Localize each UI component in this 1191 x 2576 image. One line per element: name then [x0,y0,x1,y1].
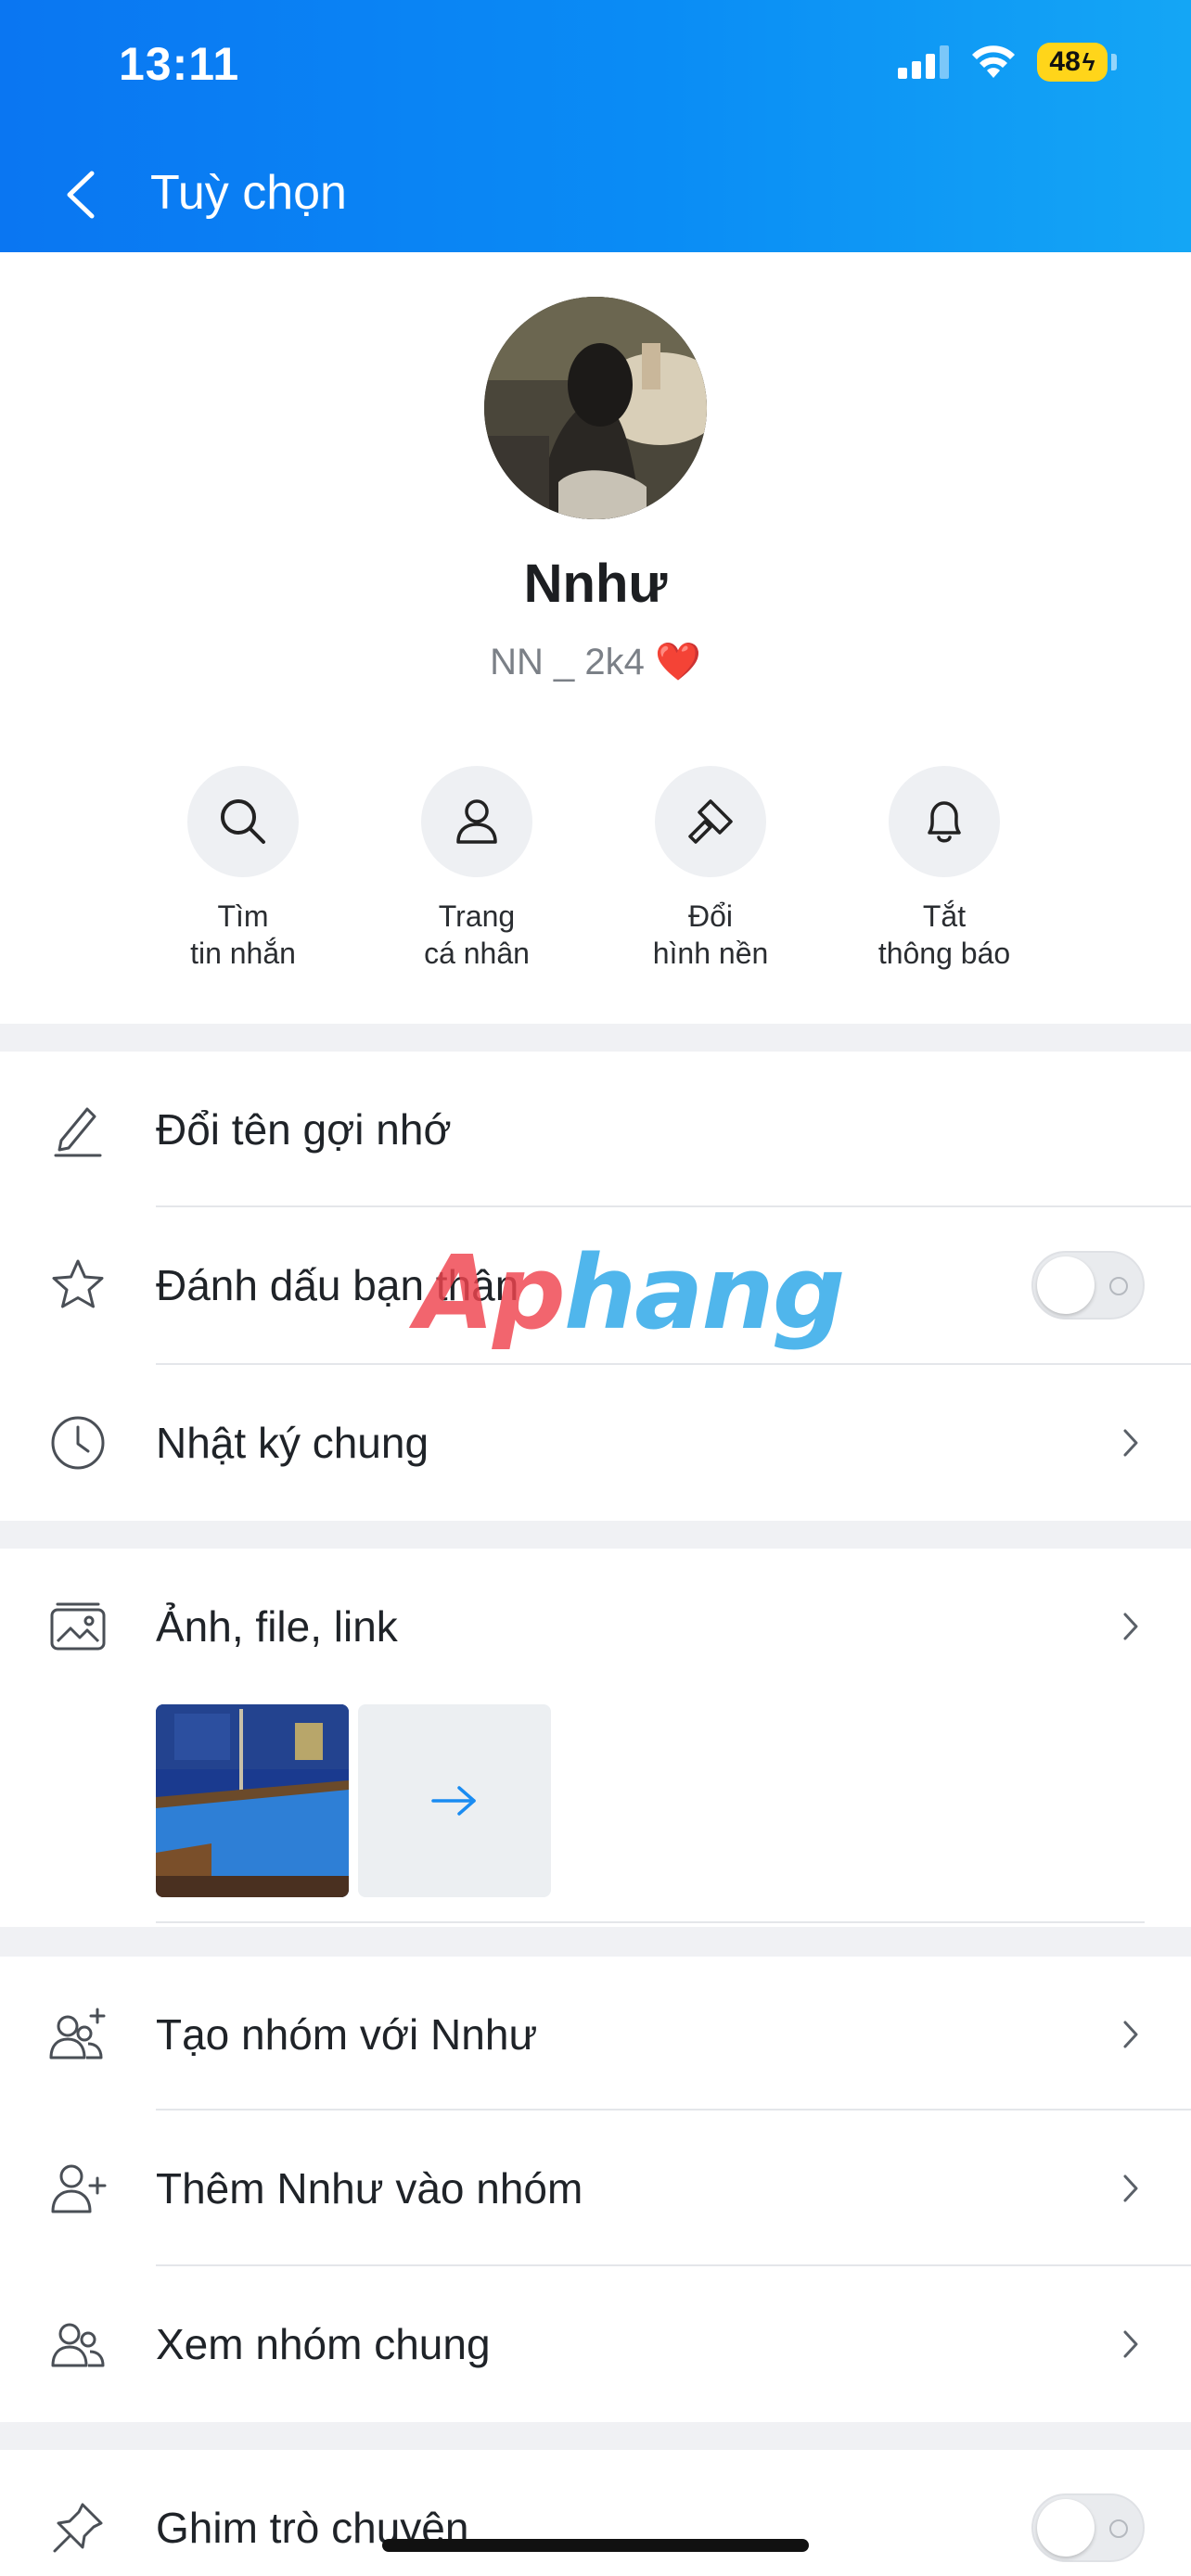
qa-label-line2: hình nền [652,937,769,970]
add-to-group-row[interactable]: Thêm Nnhư vào nhóm [0,2111,1191,2266]
battery-indicator: 48 ϟ [1037,43,1108,82]
toggle-knob [1037,2499,1095,2557]
chevron-right-icon [1117,1608,1145,1645]
options-screen: 13:11 48 ϟ Tuỳ chọn Nnhư NN _ 2k4 ❤️ Tìm… [0,0,1191,2576]
shared-diary-label: Nhật ký chung [156,1419,429,1467]
home-indicator[interactable] [382,2539,809,2552]
chevron-right-icon [1117,2326,1145,2363]
add-to-group-label: Thêm Nnhư vào nhóm [156,2164,583,2213]
battery-tip [1111,54,1117,70]
chevron-right-icon [1117,2016,1145,2053]
mute-notifications-button[interactable]: Tắt thông báo [833,766,1056,972]
arrow-right-icon [431,1786,476,1816]
avatar-image [484,297,707,519]
qa-label-line1: Trang [438,899,516,933]
clock-icon [46,1411,109,1474]
pool-table-photo [156,1704,349,1897]
quick-actions: Tìm tin nhắn Trang cá nhân Đổi hình nền … [0,766,1191,970]
watermark-logo: Aphang [416,1233,846,1352]
paint-brush-icon [688,799,733,844]
chevron-right-icon [1117,2170,1145,2207]
section-separator [0,1927,1191,1957]
qa-label-line2: cá nhân [424,937,530,970]
star-icon [46,1254,109,1317]
battery-level: 48 [1049,46,1081,77]
group-add-icon [46,2003,109,2066]
profile-circle [421,766,532,877]
profile-page-label: Trang cá nhân [365,898,588,972]
media-label: Ảnh, file, link [156,1602,398,1651]
image-folder-icon [46,1595,109,1658]
row-divider [156,1921,1145,1923]
media-see-more-button[interactable] [358,1704,551,1897]
section-separator [0,2422,1191,2450]
contact-name: Nnhư [523,554,668,614]
user-icon [456,799,497,844]
profile-page-button[interactable]: Trang cá nhân [365,766,588,972]
qa-label-line1: Tìm [217,899,269,933]
avatar[interactable] [484,297,707,519]
back-button[interactable] [52,158,108,232]
toggle-knob [1037,1256,1095,1314]
section-separator [0,1521,1191,1549]
rename-row[interactable]: Đổi tên gợi nhớ [0,1052,1191,1207]
mute-circle [889,766,1000,877]
bell-icon [928,801,961,843]
group-icon [46,2313,109,2376]
status-time: 13:11 [119,38,240,90]
pin-icon [46,2496,109,2559]
best-friend-toggle[interactable] [1031,1251,1145,1320]
header-bar: 13:11 48 ϟ Tuỳ chọn [0,0,1191,252]
search-messages-label: Tìm tin nhắn [132,898,354,972]
section-separator [0,1024,1191,1052]
qa-label-line2: tin nhắn [190,937,296,970]
qa-label-line1: Đổi [687,899,733,933]
wallpaper-circle [655,766,766,877]
toggle-off-indicator [1109,2519,1128,2538]
toggle-off-indicator [1109,1277,1128,1295]
status-icons: 48 ϟ [898,43,1117,82]
chevron-left-icon [67,171,95,219]
shared-diary-row[interactable]: Nhật ký chung [0,1365,1191,1521]
pin-chat-toggle[interactable] [1031,2493,1145,2562]
search-icon [221,799,265,844]
common-groups-row[interactable]: Xem nhóm chung [0,2266,1191,2422]
create-group-row[interactable]: Tạo nhóm với Nnhư [0,1957,1191,2112]
user-add-icon [46,2157,109,2220]
wifi-icon [972,45,1015,78]
qa-label-line1: Tắt [922,899,967,933]
qa-label-line2: thông báo [877,937,1011,970]
page-title: Tuỳ chọn [150,166,347,220]
watermark-part2: hang [563,1233,846,1352]
charging-icon: ϟ [1082,47,1095,76]
chevron-right-icon [1117,1424,1145,1461]
media-row[interactable]: Ảnh, file, link [0,1549,1191,1704]
contact-subtitle: NN _ 2k4 ❤️ [490,642,701,682]
create-group-label: Tạo nhóm với Nnhư [156,2010,538,2059]
pin-chat-row[interactable]: Ghim trò chuyện [0,2450,1191,2576]
search-circle [187,766,299,877]
signal-icon [898,45,949,79]
search-messages-button[interactable]: Tìm tin nhắn [132,766,354,972]
watermark-part1: Ap [416,1233,566,1352]
pencil-icon [46,1098,109,1161]
mute-notifications-label: Tắt thông báo [833,898,1056,972]
rename-label: Đổi tên gợi nhớ [156,1105,452,1154]
change-wallpaper-label: Đổi hình nền [599,898,822,972]
common-groups-label: Xem nhóm chung [156,2320,491,2368]
media-thumbnail[interactable] [156,1704,349,1897]
change-wallpaper-button[interactable]: Đổi hình nền [599,766,822,972]
